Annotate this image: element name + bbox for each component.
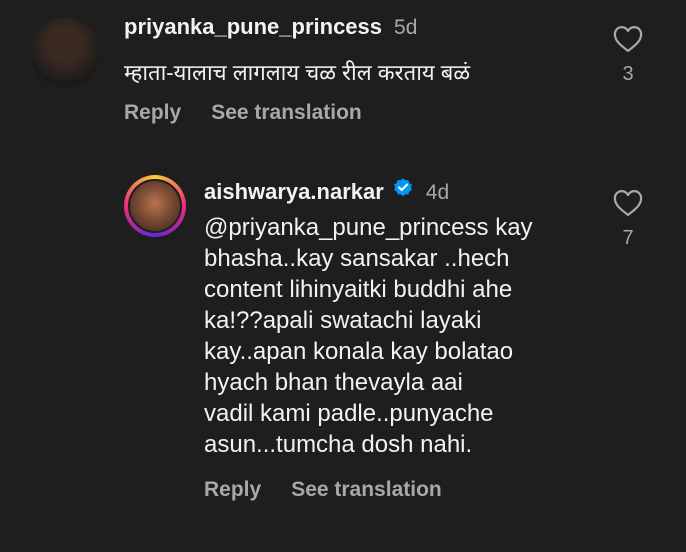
avatar[interactable]: [30, 18, 100, 88]
comment-text: म्हाता-यालाच लागलाय चळ रील करताय बळं: [124, 60, 471, 85]
heart-outline-icon[interactable]: [613, 25, 643, 53]
comment: priyanka_pune_princess 5d म्हाता-यालाच ल…: [0, 0, 686, 150]
avatar-story-ring[interactable]: [124, 175, 186, 237]
heart-outline-icon[interactable]: [613, 189, 643, 217]
like-count: 3: [622, 63, 634, 85]
timestamp: 4d: [425, 181, 450, 204]
verified-badge-icon: [393, 178, 412, 197]
comment-header: priyanka_pune_princess 5d: [124, 14, 417, 40]
reply-button[interactable]: Reply: [124, 101, 181, 125]
comment-text: @priyanka_pune_princess kay bhasha..kay …: [204, 214, 533, 458]
like-group: 7: [608, 189, 648, 250]
like-count: 7: [622, 227, 634, 249]
username[interactable]: aishwarya.narkar: [204, 179, 384, 205]
comment-header: aishwarya.narkar 4d: [204, 177, 449, 205]
reply-comment: aishwarya.narkar 4d @priyanka_pune_princ…: [0, 165, 686, 552]
see-translation-button[interactable]: See translation: [291, 478, 442, 502]
avatar: [128, 179, 182, 233]
see-translation-button[interactable]: See translation: [211, 101, 362, 125]
comment-actions: Reply See translation: [124, 101, 362, 125]
reply-button[interactable]: Reply: [204, 478, 261, 502]
username[interactable]: priyanka_pune_princess: [124, 14, 382, 40]
like-group: 3: [608, 25, 648, 86]
timestamp: 5d: [394, 16, 418, 39]
comment-actions: Reply See translation: [204, 478, 442, 502]
